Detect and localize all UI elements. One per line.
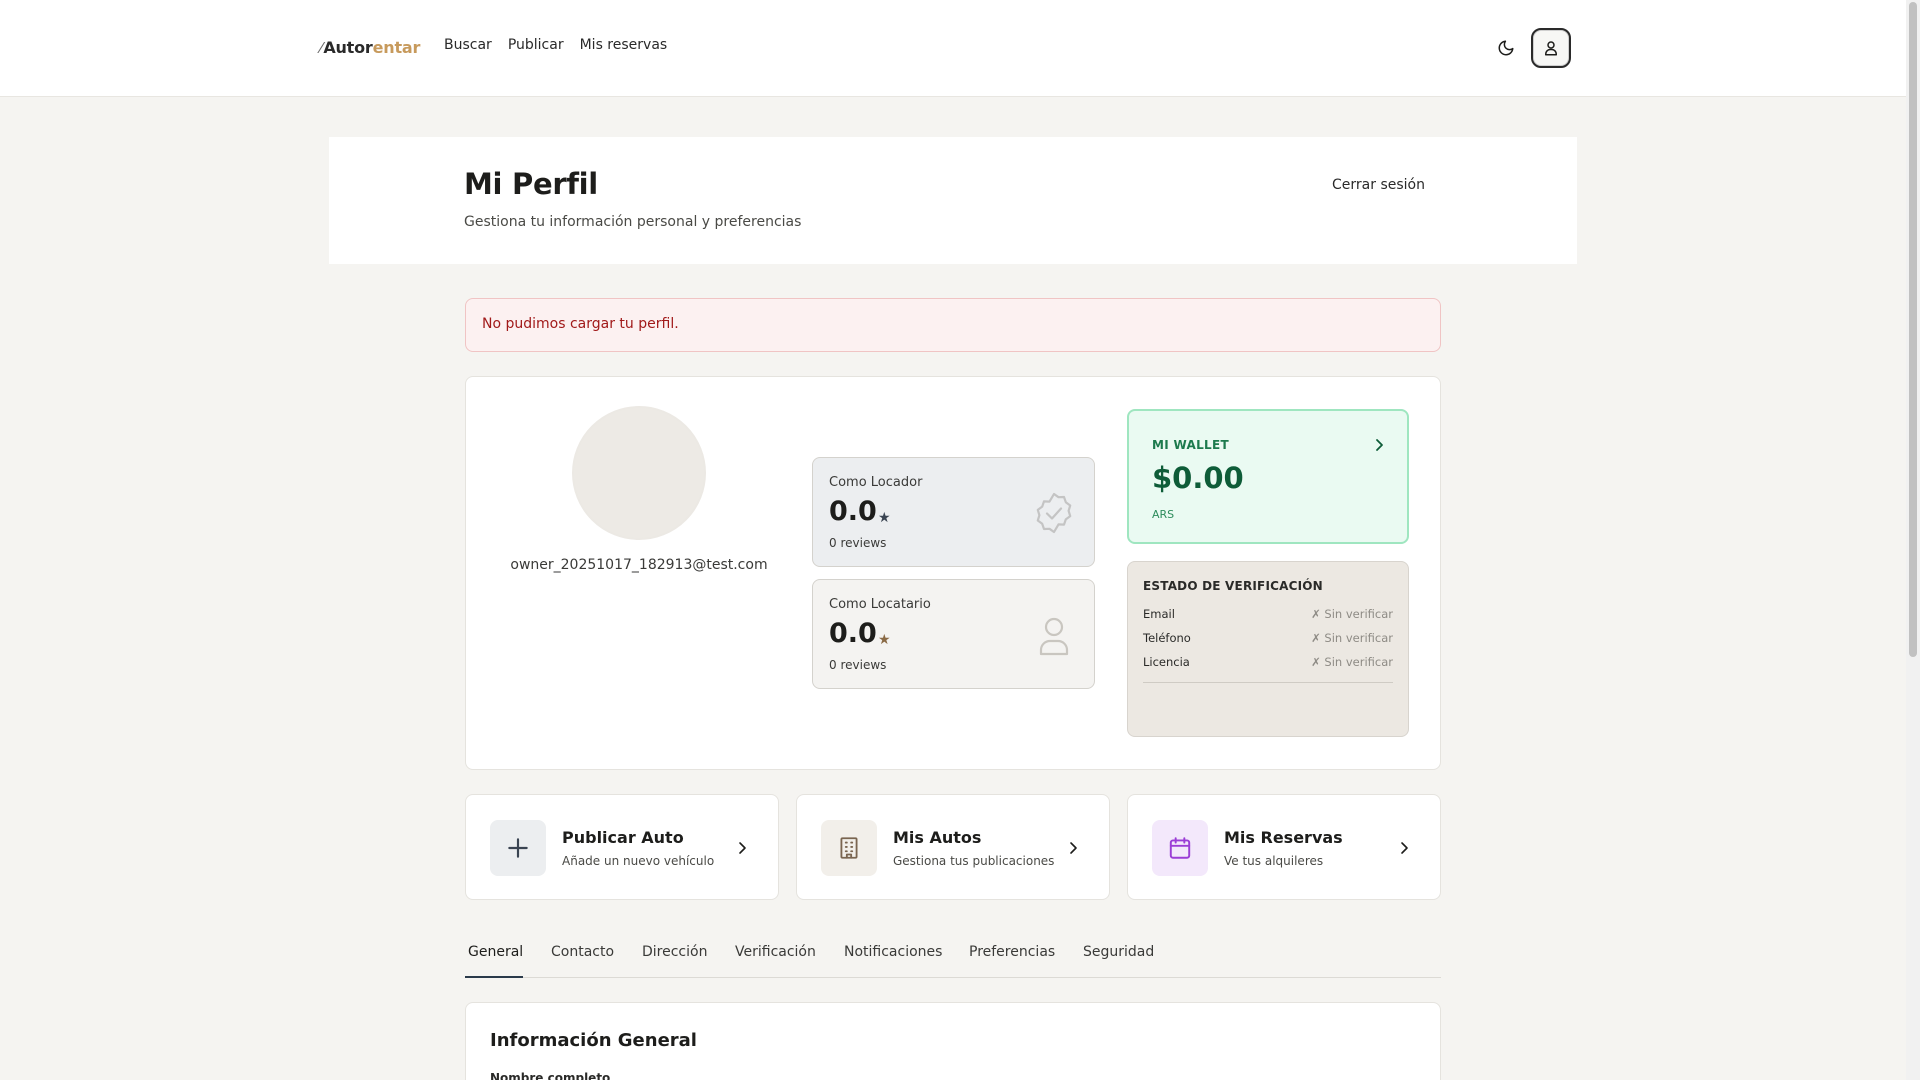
rating-value: 0.0 <box>829 618 877 649</box>
wallet-currency: ARS <box>1152 508 1175 521</box>
profile-tabs: General Contacto Dirección Verificación … <box>465 940 1441 978</box>
wallet-label: MI WALLET <box>1152 438 1229 452</box>
person-icon <box>1039 617 1069 656</box>
action-subtitle: Ve tus alquileres <box>1224 854 1324 868</box>
logout-button[interactable]: Cerrar sesión <box>1332 177 1425 193</box>
user-icon <box>1545 41 1557 56</box>
chevron-right-icon <box>1401 842 1408 854</box>
top-navbar: ⁄ Autor entar Buscar Publicar Mis reserva… <box>0 0 1906 97</box>
moon-icon <box>1498 40 1514 56</box>
nav-publicar[interactable]: Publicar <box>508 37 564 53</box>
verification-row-email: Email ✗ Sin verificar <box>1143 607 1393 621</box>
verified-badge-icon <box>1036 492 1072 534</box>
verification-row-telefono: Teléfono ✗ Sin verificar <box>1143 631 1393 645</box>
page-title: Mi Perfil <box>464 167 598 201</box>
dark-mode-toggle[interactable] <box>1494 36 1518 60</box>
rating-value: 0.0 <box>829 496 877 527</box>
rating-reviews: 0 reviews <box>829 658 887 672</box>
tab-contacto[interactable]: Contacto <box>551 944 614 960</box>
calendar-icon <box>1169 837 1191 859</box>
logo-text-part2: entar <box>372 38 421 57</box>
verification-status: ✗ Sin verificar <box>1311 655 1393 669</box>
nav-buscar[interactable]: Buscar <box>444 37 492 53</box>
wallet-card[interactable]: MI WALLET $0.00 ARS <box>1127 409 1409 544</box>
publicar-auto-card[interactable]: Publicar Auto Añade un nuevo vehículo <box>465 794 779 900</box>
section-title: Información General <box>490 1030 697 1051</box>
star-icon: ★ <box>878 632 891 648</box>
action-icon-box <box>821 820 877 876</box>
general-info-card: Información General Nombre completo <box>465 1002 1441 1080</box>
active-tab-indicator <box>465 976 523 978</box>
profile-summary-card: owner_20251017_182913@test.com Como Loca… <box>465 376 1441 770</box>
plus-icon <box>508 838 528 858</box>
page-subtitle: Gestiona tu información personal y prefe… <box>464 214 802 230</box>
verification-label: Teléfono <box>1143 631 1191 645</box>
mis-autos-card[interactable]: Mis Autos Gestiona tus publicaciones <box>796 794 1110 900</box>
avatar[interactable] <box>572 406 706 540</box>
verification-label: Email <box>1143 607 1175 621</box>
verification-title: ESTADO DE VERIFICACIÓN <box>1143 579 1323 593</box>
scrollbar-thumb[interactable] <box>1909 2 1917 657</box>
logo-text-part1: Autor <box>323 38 373 57</box>
chevron-right-icon <box>1376 439 1383 451</box>
verification-label: Licencia <box>1143 655 1190 669</box>
error-alert: No pudimos cargar tu perfil. <box>465 298 1441 352</box>
error-message: No pudimos cargar tu perfil. <box>482 316 679 332</box>
rating-reviews: 0 reviews <box>829 536 887 550</box>
chevron-right-icon <box>739 842 746 854</box>
verification-row-licencia: Licencia ✗ Sin verificar <box>1143 655 1393 669</box>
chevron-right-icon <box>1070 842 1077 854</box>
divider <box>1143 682 1393 683</box>
rating-card-locatario: Como Locatario 0.0 ★ 0 reviews <box>812 579 1095 689</box>
logo-mark-icon: ⁄ <box>320 38 323 57</box>
action-title: Publicar Auto <box>562 828 684 847</box>
action-subtitle: Añade un nuevo vehículo <box>562 854 715 868</box>
action-title: Mis Autos <box>893 828 982 847</box>
scrollbar[interactable] <box>1906 0 1920 1080</box>
action-title: Mis Reservas <box>1224 828 1343 847</box>
building-icon <box>840 837 858 859</box>
verification-status: ✗ Sin verificar <box>1311 631 1393 645</box>
tab-seguridad[interactable]: Seguridad <box>1083 944 1154 960</box>
tab-verificacion[interactable]: Verificación <box>735 944 816 960</box>
verification-status-card: ESTADO DE VERIFICACIÓN Email ✗ Sin verif… <box>1127 561 1409 737</box>
profile-header: Mi Perfil Gestiona tu información person… <box>329 137 1577 264</box>
star-icon: ★ <box>878 510 891 526</box>
rating-card-locador: Como Locador 0.0 ★ 0 reviews <box>812 457 1095 567</box>
main-nav: Buscar Publicar Mis reservas <box>444 37 667 53</box>
rating-label: Como Locador <box>829 475 923 490</box>
user-email: owner_20251017_182913@test.com <box>510 557 768 573</box>
tab-preferencias[interactable]: Preferencias <box>969 944 1055 960</box>
nav-mis-reservas[interactable]: Mis reservas <box>580 37 668 53</box>
field-label-nombre: Nombre completo <box>490 1071 611 1080</box>
mis-reservas-card[interactable]: Mis Reservas Ve tus alquileres <box>1127 794 1441 900</box>
user-menu-button[interactable] <box>1531 28 1571 68</box>
rating-label: Como Locatario <box>829 597 931 612</box>
action-subtitle: Gestiona tus publicaciones <box>893 854 1055 868</box>
action-icon-box <box>490 820 546 876</box>
tab-direccion[interactable]: Dirección <box>642 944 707 960</box>
tab-notificaciones[interactable]: Notificaciones <box>844 944 942 960</box>
logo[interactable]: ⁄ Autor entar <box>320 38 420 57</box>
verification-status: ✗ Sin verificar <box>1311 607 1393 621</box>
action-icon-box <box>1152 820 1208 876</box>
tab-general[interactable]: General <box>468 944 523 960</box>
wallet-amount: $0.00 <box>1152 461 1244 495</box>
